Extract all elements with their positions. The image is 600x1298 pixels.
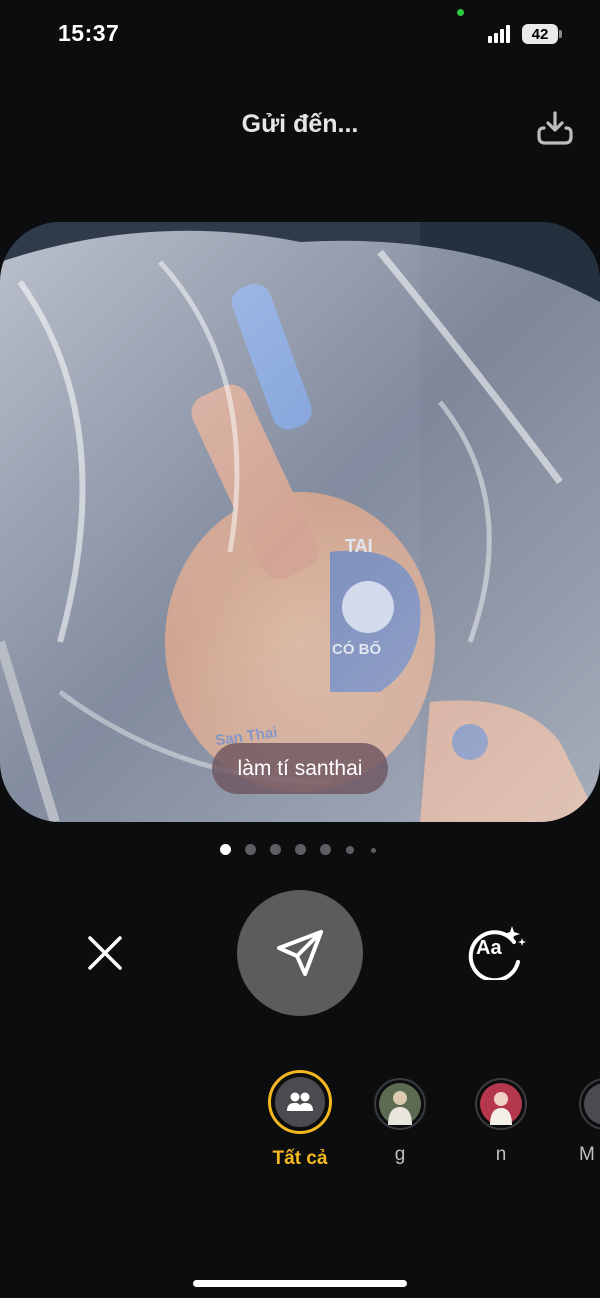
page-indicator [0,843,600,857]
send-icon [277,930,323,976]
page-dot [270,844,281,855]
photo-caption[interactable]: làm tí santhai [212,743,388,794]
recipient-list: Tất cả g n M [0,1068,600,1178]
recipient-label: g [394,1144,406,1165]
recipient-ring-selected [268,1070,332,1134]
page-dot [245,844,256,855]
battery-icon: 42 [522,24,558,44]
close-button[interactable] [80,928,130,978]
recipient-ring [579,1078,600,1130]
close-icon [88,936,122,970]
text-style-label: Aa [476,937,502,959]
page-dot [295,844,306,855]
recipient-all[interactable]: Tất cả [255,1070,345,1170]
recipient-ring [374,1078,426,1130]
home-indicator[interactable] [193,1280,407,1287]
photo-preview[interactable]: CÓ BỐ TAI San Thai [0,222,600,822]
download-button[interactable] [532,104,578,150]
recipient-n[interactable]: n [456,1074,546,1166]
recipient-m[interactable]: M [555,1074,600,1166]
page-dot [346,846,354,854]
page-dot [371,848,376,853]
recipient-ring [475,1078,527,1130]
page-title: Gửi đến... [241,110,359,138]
recipient-label: M [579,1144,595,1165]
group-icon [275,1077,325,1127]
page-dot-active [220,844,231,855]
send-button[interactable] [237,890,363,1016]
text-style-button[interactable]: Aa [464,920,530,980]
cellular-signal-icon [488,25,514,43]
status-time: 15:37 [58,20,120,46]
page-dot [320,844,331,855]
battery-level: 42 [531,25,549,43]
recipient-g[interactable]: g [355,1074,445,1166]
privacy-indicator-dot [457,9,464,16]
battery-tip [559,30,562,38]
photo-image: CÓ BỐ TAI San Thai [0,222,600,822]
download-icon [537,111,573,145]
avatar [379,1083,421,1125]
avatar [584,1083,600,1125]
recipient-label: Tất cả [272,1148,328,1169]
avatar [480,1083,522,1125]
recipient-label: n [495,1144,507,1165]
status-bar: 15:37 42 [0,0,600,70]
